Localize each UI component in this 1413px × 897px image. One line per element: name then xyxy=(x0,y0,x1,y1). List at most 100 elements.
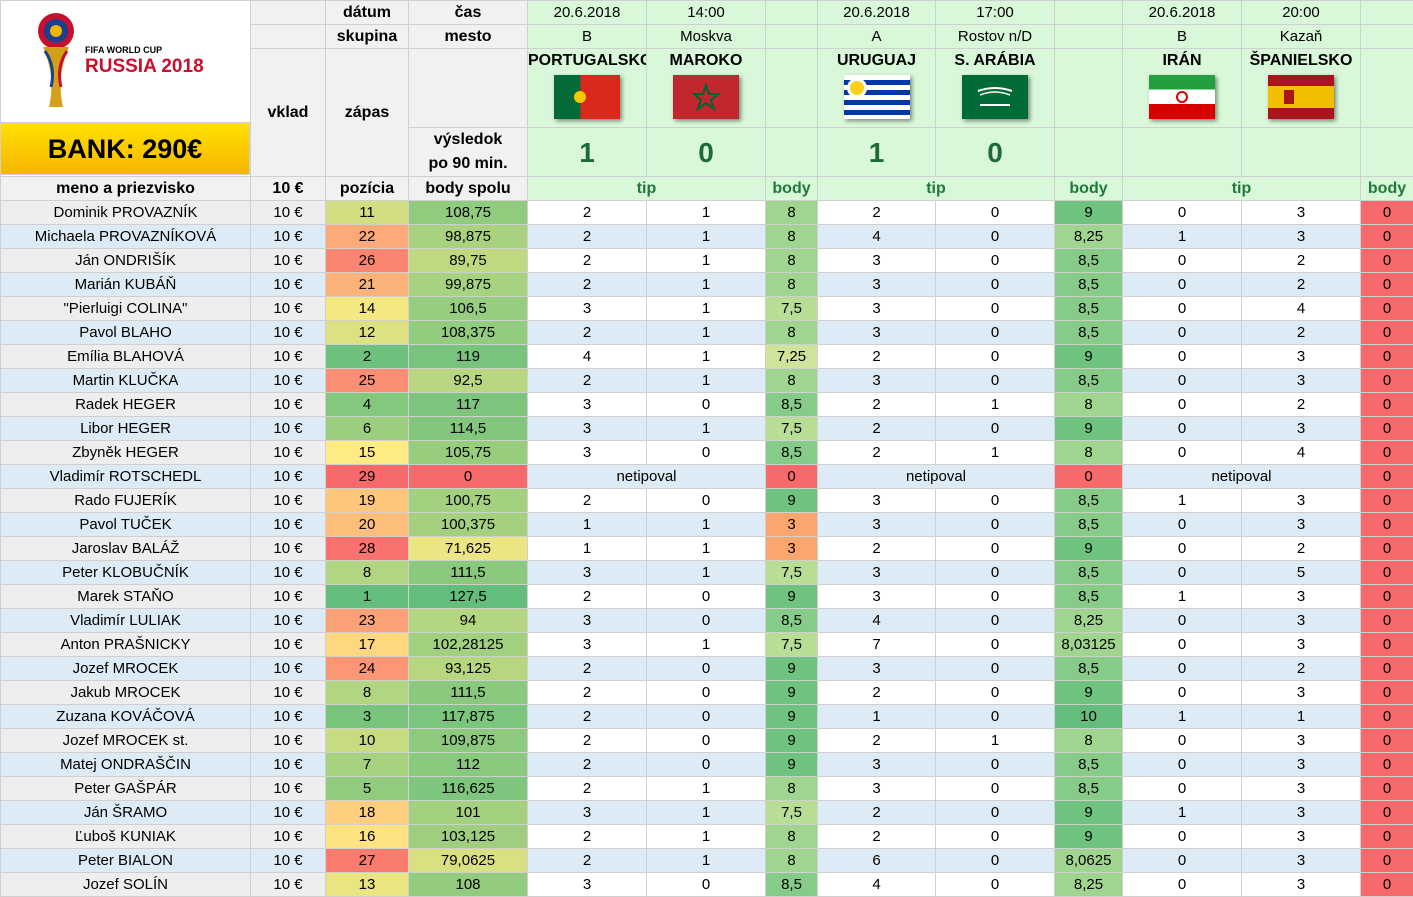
m2-tip-away: 0 xyxy=(936,633,1055,657)
m1-points: 9 xyxy=(766,681,818,705)
player-vklad: 10 € xyxy=(251,537,326,561)
m2-tip-away: 0 xyxy=(936,369,1055,393)
m2-points: 8,5 xyxy=(1055,321,1123,345)
m3-points: 0 xyxy=(1361,417,1413,441)
m1-points: 7,5 xyxy=(766,417,818,441)
m2-tip-away: 0 xyxy=(936,657,1055,681)
player-total: 116,625 xyxy=(409,777,528,801)
m3-tip-home: 0 xyxy=(1123,441,1242,465)
player-vklad: 10 € xyxy=(251,201,326,225)
player-position: 26 xyxy=(326,249,409,273)
m1-points: 9 xyxy=(766,489,818,513)
m3-tip-away: 2 xyxy=(1242,393,1361,417)
player-name: Ľuboš KUNIAK xyxy=(1,825,251,849)
m1-tip-away: 0 xyxy=(647,873,766,897)
m2-tip-home: 2 xyxy=(818,681,936,705)
player-name: Peter KLOBUČNÍK xyxy=(1,561,251,585)
m2-tip-away: 0 xyxy=(936,201,1055,225)
player-name: Zuzana KOVÁČOVÁ xyxy=(1,705,251,729)
m2-tip-home: 2 xyxy=(818,393,936,417)
table-row: Zbyněk HEGER10 €15105,75308,5218040 xyxy=(1,441,1413,465)
player-total: 108 xyxy=(409,873,528,897)
m3-tip-away: 3 xyxy=(1242,345,1361,369)
label-mesto: mesto xyxy=(409,25,528,49)
player-total: 101 xyxy=(409,801,528,825)
m2-tip-home: 3 xyxy=(818,753,936,777)
m2-points: 0 xyxy=(1055,465,1123,489)
table-row: Dominik PROVAZNÍK10 €11108,75218209030 xyxy=(1,201,1413,225)
m3-tip-away: 3 xyxy=(1242,225,1361,249)
m2-tip-home: 2 xyxy=(818,441,936,465)
logo-line2: RUSSIA 2018 xyxy=(85,56,204,78)
label-vysledok: výsledokpo 90 min. xyxy=(409,128,528,177)
m1-points: 8 xyxy=(766,225,818,249)
m2-group: A xyxy=(818,25,936,49)
player-position: 7 xyxy=(326,753,409,777)
m1-tip-away: 1 xyxy=(647,321,766,345)
player-vklad: 10 € xyxy=(251,393,326,417)
m1-points: 7,5 xyxy=(766,801,818,825)
table-row: Jozef MROCEK10 €2493,125209308,5020 xyxy=(1,657,1413,681)
m2-tip-away: 0 xyxy=(936,273,1055,297)
player-vklad: 10 € xyxy=(251,273,326,297)
m1-tip-away: 0 xyxy=(647,705,766,729)
m1-tip-away: 1 xyxy=(647,561,766,585)
m1-tip-home: 2 xyxy=(528,753,647,777)
m3-tip-home: 0 xyxy=(1123,273,1242,297)
m1-tip-away: 1 xyxy=(647,345,766,369)
player-position: 3 xyxy=(326,705,409,729)
m1-tip-home: 2 xyxy=(528,249,647,273)
player-total: 117 xyxy=(409,393,528,417)
bank-total: BANK: 290€ xyxy=(0,122,250,175)
player-total: 105,75 xyxy=(409,441,528,465)
player-vklad: 10 € xyxy=(251,777,326,801)
player-total: 117,875 xyxy=(409,705,528,729)
col-pozicia: pozícia xyxy=(326,177,409,201)
label-datum: dátum xyxy=(326,1,409,25)
m1-tip-away: 1 xyxy=(647,849,766,873)
player-name: "Pierluigi COLINA" xyxy=(1,297,251,321)
player-vklad: 10 € xyxy=(251,249,326,273)
m2-points: 8,5 xyxy=(1055,249,1123,273)
player-position: 15 xyxy=(326,441,409,465)
label-skupina: skupina xyxy=(326,25,409,49)
player-position: 22 xyxy=(326,225,409,249)
m2-tip-away: 0 xyxy=(936,849,1055,873)
player-position: 8 xyxy=(326,681,409,705)
m3-not-tipped: netipoval xyxy=(1123,465,1361,489)
m1-points: 8,5 xyxy=(766,873,818,897)
m1-tip-header: tip xyxy=(528,177,766,201)
m2-points: 8,5 xyxy=(1055,369,1123,393)
m2-points: 8,25 xyxy=(1055,225,1123,249)
spain-flag-icon xyxy=(1268,75,1334,119)
player-position: 11 xyxy=(326,201,409,225)
m3-points: 0 xyxy=(1361,369,1413,393)
m2-tip-home: 2 xyxy=(818,201,936,225)
uruguay-flag-icon xyxy=(844,75,910,119)
player-vklad: 10 € xyxy=(251,369,326,393)
player-position: 23 xyxy=(326,609,409,633)
table-row: Marek STAŇO10 €1127,5209308,5130 xyxy=(1,585,1413,609)
player-name: Radek HEGER xyxy=(1,393,251,417)
label-zapas: zápas xyxy=(326,49,409,177)
m1-tip-home: 2 xyxy=(528,321,647,345)
player-total: 92,5 xyxy=(409,369,528,393)
m1-tip-away: 1 xyxy=(647,369,766,393)
m3-points: 0 xyxy=(1361,729,1413,753)
m2-tip-home: 2 xyxy=(818,801,936,825)
m2-tip-home: 4 xyxy=(818,609,936,633)
m1-date: 20.6.2018 xyxy=(528,1,647,25)
player-position: 24 xyxy=(326,657,409,681)
m1-tip-home: 2 xyxy=(528,729,647,753)
m3-points: 0 xyxy=(1361,609,1413,633)
player-vklad: 10 € xyxy=(251,465,326,489)
player-position: 2 xyxy=(326,345,409,369)
m1-tip-home: 2 xyxy=(528,201,647,225)
player-name: Zbyněk HEGER xyxy=(1,441,251,465)
table-row: Jakub MROCEK10 €8111,5209209030 xyxy=(1,681,1413,705)
m2-tip-away: 0 xyxy=(936,873,1055,897)
m3-points: 0 xyxy=(1361,489,1413,513)
m3-home-team: IRÁN xyxy=(1123,49,1242,128)
m2-points: 9 xyxy=(1055,201,1123,225)
m2-points: 8,25 xyxy=(1055,609,1123,633)
